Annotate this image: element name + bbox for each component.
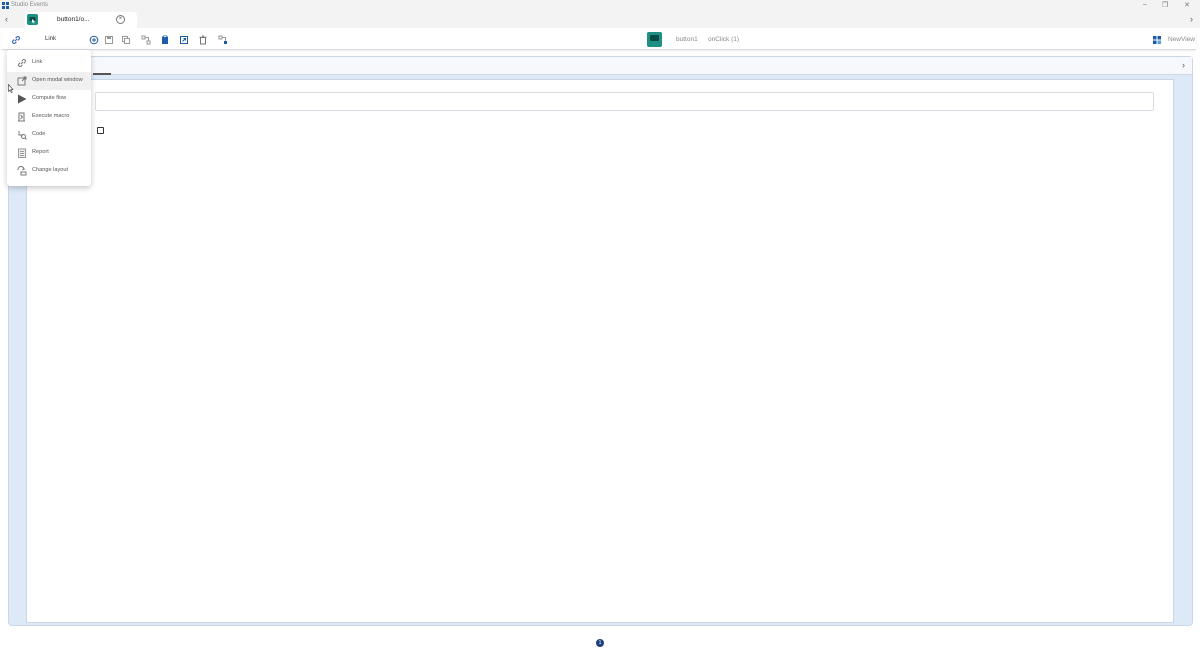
chevron-right-icon[interactable]: › <box>1182 60 1185 70</box>
menu-item-link[interactable]: Link <box>7 54 91 72</box>
view-icon <box>1153 36 1161 44</box>
window-title-bar: Studio Events – ❐ ✕ <box>0 0 1200 11</box>
change-layout-icon <box>17 166 27 176</box>
add-icon[interactable] <box>89 35 99 45</box>
play-icon <box>18 94 27 104</box>
save-icon[interactable] <box>104 35 114 45</box>
page-indicator[interactable]: 1 <box>596 639 604 647</box>
minimize-button[interactable]: – <box>1139 1 1151 8</box>
menu-item-report[interactable]: Report <box>7 144 91 162</box>
menu-item-label: Compute flow <box>32 95 67 101</box>
menu-item-execute-macro[interactable]: Execute macro <box>7 108 91 126</box>
app-grid-icon <box>2 2 9 9</box>
event-name: onClick (1) <box>708 36 740 43</box>
event-toolbar: Link button1 onClick (1) NewView <box>2 30 1196 50</box>
option-checkbox[interactable] <box>97 127 104 134</box>
export-icon[interactable] <box>179 35 189 45</box>
paste-icon[interactable] <box>160 35 170 45</box>
menu-item-label: Open modal window <box>32 77 83 83</box>
event-editor-panel: › <box>8 56 1193 626</box>
component-name: button1 <box>676 36 698 43</box>
macro-icon <box>18 112 25 122</box>
menu-item-label: Code <box>32 131 46 137</box>
menu-item-label: Execute macro <box>32 113 70 119</box>
link-icon[interactable] <box>11 35 21 45</box>
tab-scroll-forward-button[interactable]: › <box>1190 14 1193 24</box>
tab-strip: ‹ button1/o... × › <box>0 11 1200 28</box>
menu-item-label: Change layout <box>32 167 69 173</box>
open-modal-icon <box>17 76 27 86</box>
copy-icon[interactable] <box>121 35 131 45</box>
view-name[interactable]: NewView <box>1168 36 1195 43</box>
active-tab-indicator <box>93 73 111 75</box>
event-type-label[interactable]: Link <box>45 36 56 42</box>
tab-scroll-back-button[interactable]: ‹ <box>5 14 8 24</box>
flow-icon[interactable] <box>141 35 151 45</box>
button-component-icon <box>647 32 662 47</box>
menu-item-open-modal-window[interactable]: Open modal window <box>7 72 91 90</box>
menu-item-label: Report <box>32 149 49 155</box>
restore-button[interactable]: ❐ <box>1159 1 1171 9</box>
code-icon <box>18 131 27 140</box>
link-url-field[interactable] <box>95 92 1154 111</box>
delete-icon[interactable] <box>198 35 208 45</box>
link-icon <box>18 59 26 67</box>
tab-label: button1/o... <box>57 16 90 23</box>
close-window-button[interactable]: ✕ <box>1181 1 1193 9</box>
editor-tab-header: › <box>9 57 1192 75</box>
menu-item-code[interactable]: Code <box>7 126 91 144</box>
menu-item-change-layout[interactable]: Change layout <box>7 162 91 180</box>
editor-canvas <box>26 79 1174 623</box>
menu-item-compute-flow[interactable]: Compute flow <box>7 90 91 108</box>
report-icon <box>18 148 26 158</box>
button-component-icon <box>27 14 38 25</box>
window-title: Studio Events <box>11 2 49 8</box>
event-type-menu: Link Open modal window Compute flow Exec… <box>7 50 91 186</box>
tab-button1-onclick[interactable]: button1/o... × <box>25 12 137 28</box>
mouse-cursor-icon <box>8 84 14 93</box>
tab-close-icon[interactable]: × <box>116 15 125 24</box>
layout-icon[interactable] <box>218 35 228 45</box>
menu-item-label: Link <box>32 59 43 65</box>
